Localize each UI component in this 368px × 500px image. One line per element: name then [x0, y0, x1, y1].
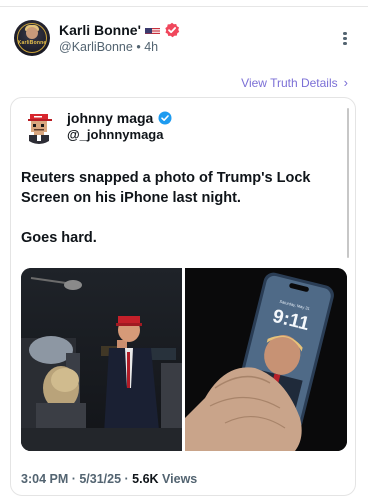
- embedded-avatar[interactable]: [21, 108, 57, 144]
- flag-us-icon: [144, 25, 160, 35]
- avatar-face: [26, 27, 38, 39]
- author-name-line: Karli Bonne': [59, 22, 180, 38]
- view-truth-details-label: View Truth Details: [241, 75, 338, 90]
- post-time: 4h: [144, 40, 159, 54]
- avatar[interactable]: KarliBonne: [14, 20, 50, 56]
- chevron-right-icon: ›: [343, 75, 348, 90]
- embedded-post-text: Reuters snapped a photo of Trump's Lock …: [21, 170, 311, 206]
- author-handle[interactable]: @KarliBonne: [59, 40, 133, 54]
- top-divider: [0, 6, 368, 7]
- separator-dot: •: [136, 40, 141, 54]
- avatar-text: KarliBonne: [17, 40, 47, 46]
- more-options-icon[interactable]: [338, 30, 352, 48]
- embedded-author-name-line: johnny maga: [67, 110, 172, 126]
- post-timestamp: 3:04 PM · 5/31/25 ·: [21, 472, 133, 486]
- verified-badge-icon: [164, 22, 180, 38]
- scrollbar[interactable]: [347, 108, 349, 258]
- photo-iphone-lock-screen[interactable]: Saturday, May 31 9:11: [185, 268, 347, 451]
- author-name[interactable]: Karli Bonne': [59, 22, 141, 38]
- author-handle-line: @KarliBonne • 4h: [59, 40, 158, 54]
- views-label: Views: [158, 472, 198, 486]
- verified-check-icon: [158, 111, 172, 125]
- embedded-post-text-secondary: Goes hard.: [21, 230, 97, 246]
- view-truth-details-link[interactable]: View Truth Details ›: [241, 75, 348, 90]
- post-meta: 3:04 PM · 5/31/25 · 5.6K Views: [21, 472, 197, 486]
- embedded-author-name[interactable]: johnny maga: [67, 110, 153, 126]
- embedded-author-handle[interactable]: @_johnnymaga: [67, 127, 163, 142]
- embedded-post-card[interactable]: johnny maga @_johnnymaga Reuters snapped…: [10, 97, 356, 496]
- views-count: 5.6K: [132, 472, 159, 486]
- post-header: KarliBonne Karli Bonne' @KarliBonne • 4h: [14, 20, 354, 60]
- photo-trump-crowd[interactable]: [21, 268, 182, 451]
